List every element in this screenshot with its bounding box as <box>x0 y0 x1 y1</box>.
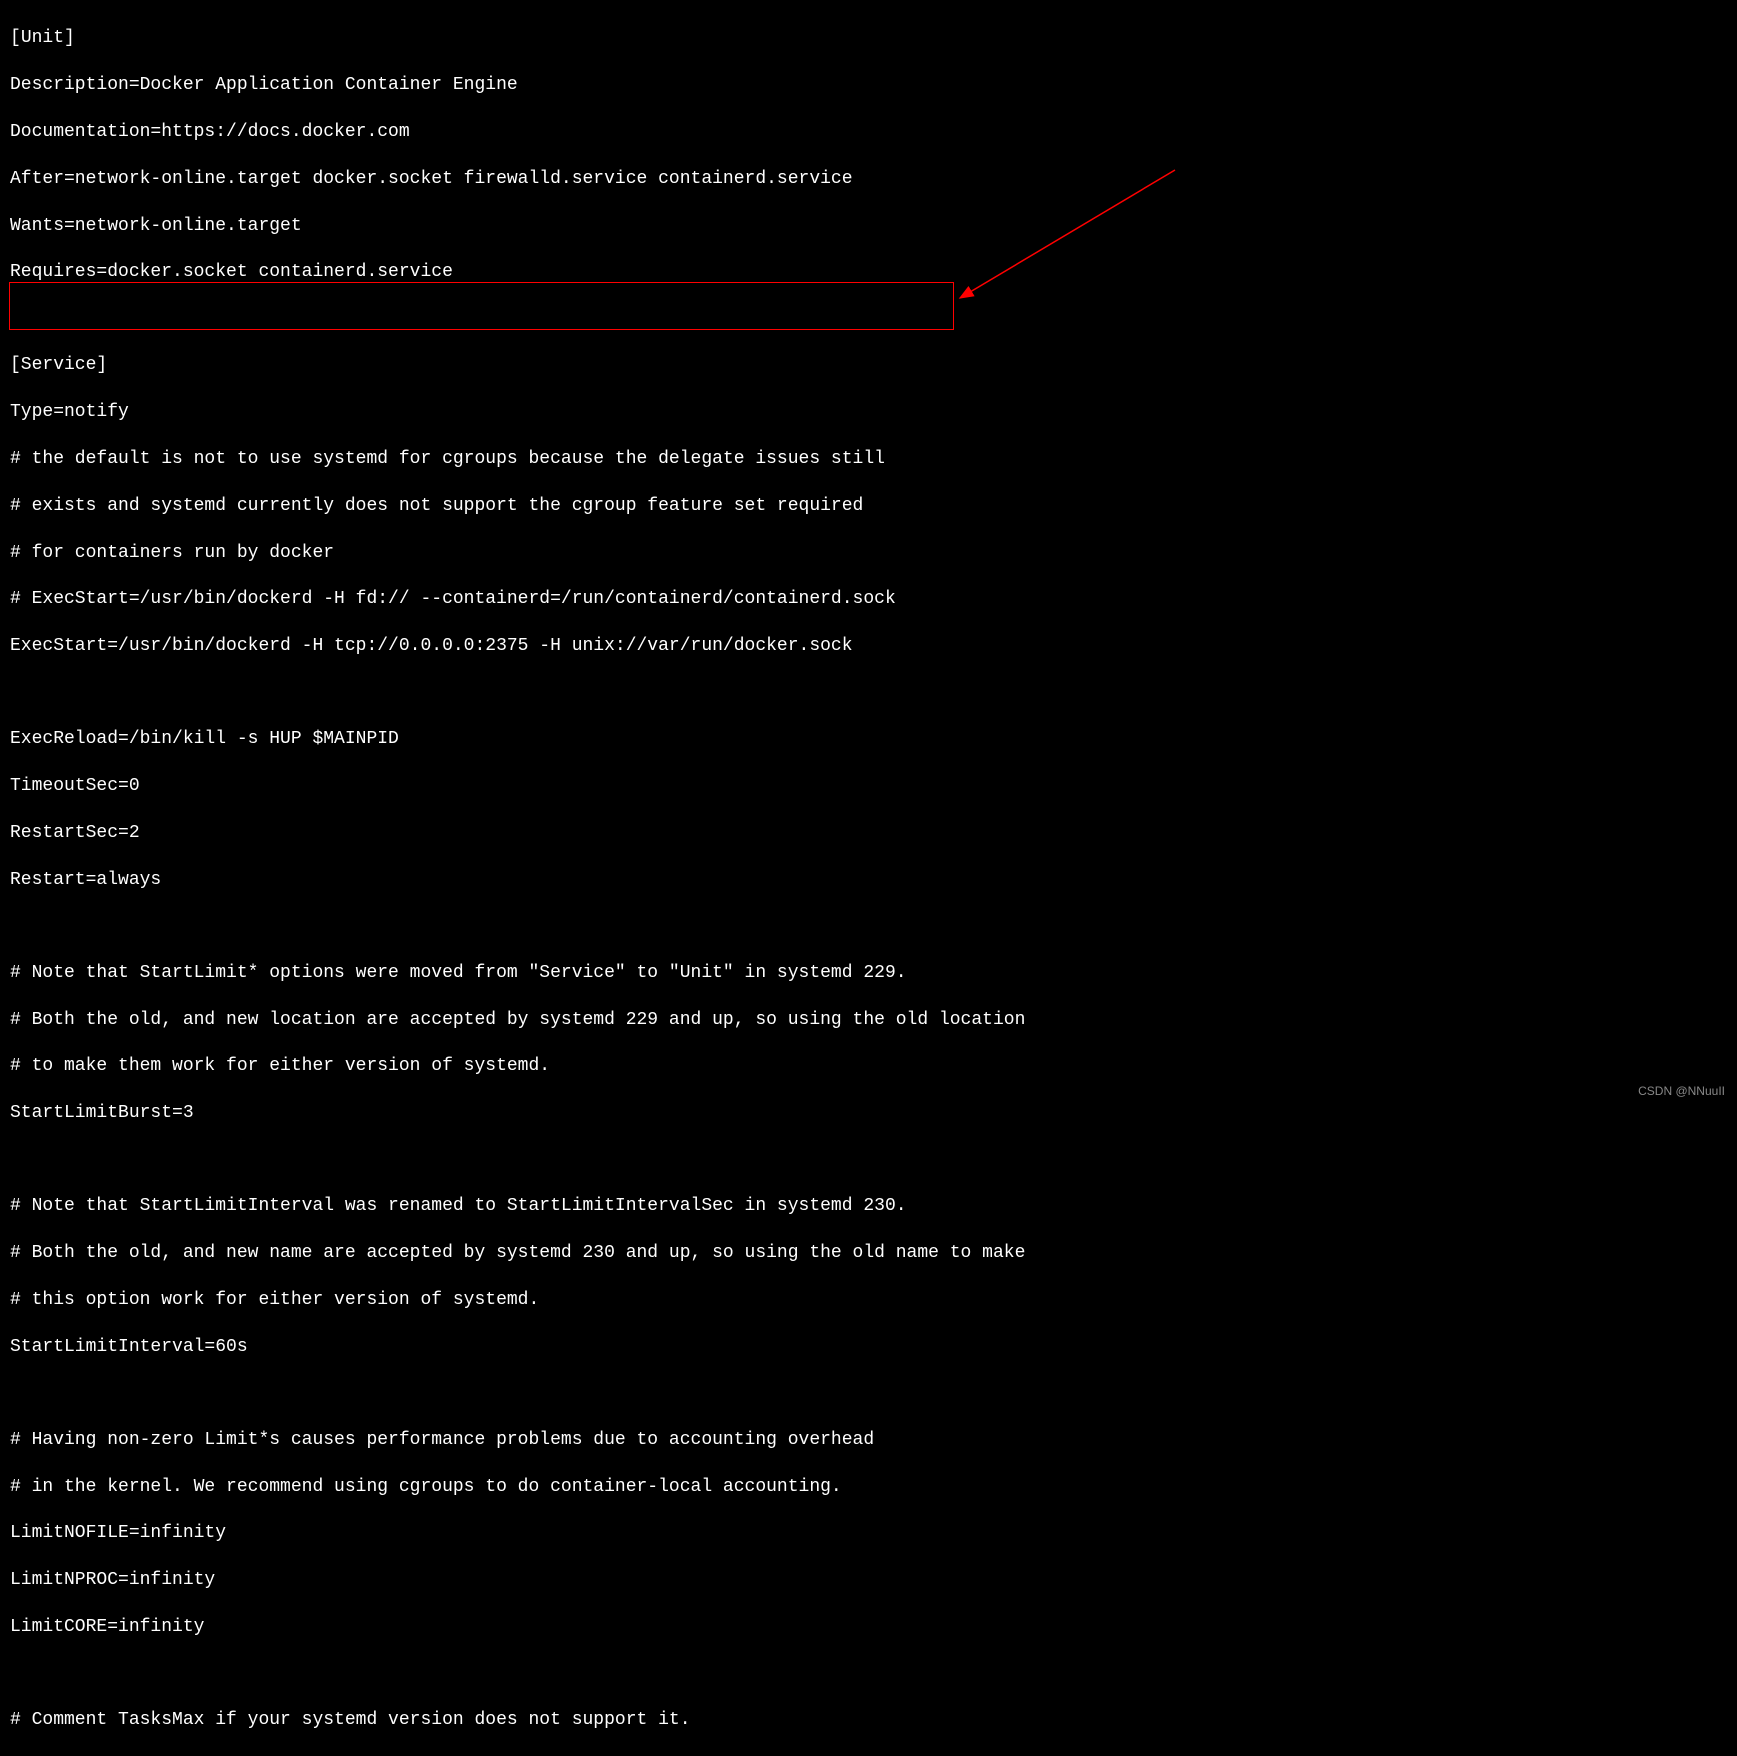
config-line <box>10 1149 1727 1172</box>
config-line: After=network-online.target docker.socke… <box>10 168 1727 191</box>
config-line: # Note that StartLimit* options were mov… <box>10 962 1727 985</box>
config-line <box>10 915 1727 938</box>
config-line: StartLimitBurst=3 <box>10 1102 1727 1125</box>
config-line: # Note that StartLimitInterval was renam… <box>10 1195 1727 1218</box>
config-line: Requires=docker.socket containerd.servic… <box>10 261 1727 284</box>
config-line: # Both the old, and new location are acc… <box>10 1009 1727 1032</box>
config-line: Description=Docker Application Container… <box>10 74 1727 97</box>
config-line: # in the kernel. We recommend using cgro… <box>10 1476 1727 1499</box>
config-line: [Unit] <box>10 27 1727 50</box>
config-line <box>10 1382 1727 1405</box>
config-line: # for containers run by docker <box>10 542 1727 565</box>
config-line: LimitNPROC=infinity <box>10 1569 1727 1592</box>
config-line: TimeoutSec=0 <box>10 775 1727 798</box>
config-line: # ExecStart=/usr/bin/dockerd -H fd:// --… <box>10 588 1727 611</box>
watermark-text: CSDN @NNuuII <box>1638 1084 1725 1100</box>
config-line: Type=notify <box>10 401 1727 424</box>
config-line: # the default is not to use systemd for … <box>10 448 1727 471</box>
config-line: ExecStart=/usr/bin/dockerd -H tcp://0.0.… <box>10 635 1727 658</box>
config-line: LimitNOFILE=infinity <box>10 1522 1727 1545</box>
config-line: Restart=always <box>10 869 1727 892</box>
config-line: Wants=network-online.target <box>10 215 1727 238</box>
config-line <box>10 308 1727 331</box>
config-line: RestartSec=2 <box>10 822 1727 845</box>
config-line: # Having non-zero Limit*s causes perform… <box>10 1429 1727 1452</box>
config-line: # exists and systemd currently does not … <box>10 495 1727 518</box>
config-line: LimitCORE=infinity <box>10 1616 1727 1639</box>
config-line: # Comment TasksMax if your systemd versi… <box>10 1709 1727 1732</box>
config-line: # this option work for either version of… <box>10 1289 1727 1312</box>
config-line: # to make them work for either version o… <box>10 1055 1727 1078</box>
config-line <box>10 682 1727 705</box>
config-line: StartLimitInterval=60s <box>10 1336 1727 1359</box>
config-line: ExecReload=/bin/kill -s HUP $MAINPID <box>10 728 1727 751</box>
config-line: [Service] <box>10 354 1727 377</box>
config-line: Documentation=https://docs.docker.com <box>10 121 1727 144</box>
config-line: # Both the old, and new name are accepte… <box>10 1242 1727 1265</box>
terminal-output: [Unit] Description=Docker Application Co… <box>10 4 1727 1756</box>
config-line <box>10 1663 1727 1686</box>
